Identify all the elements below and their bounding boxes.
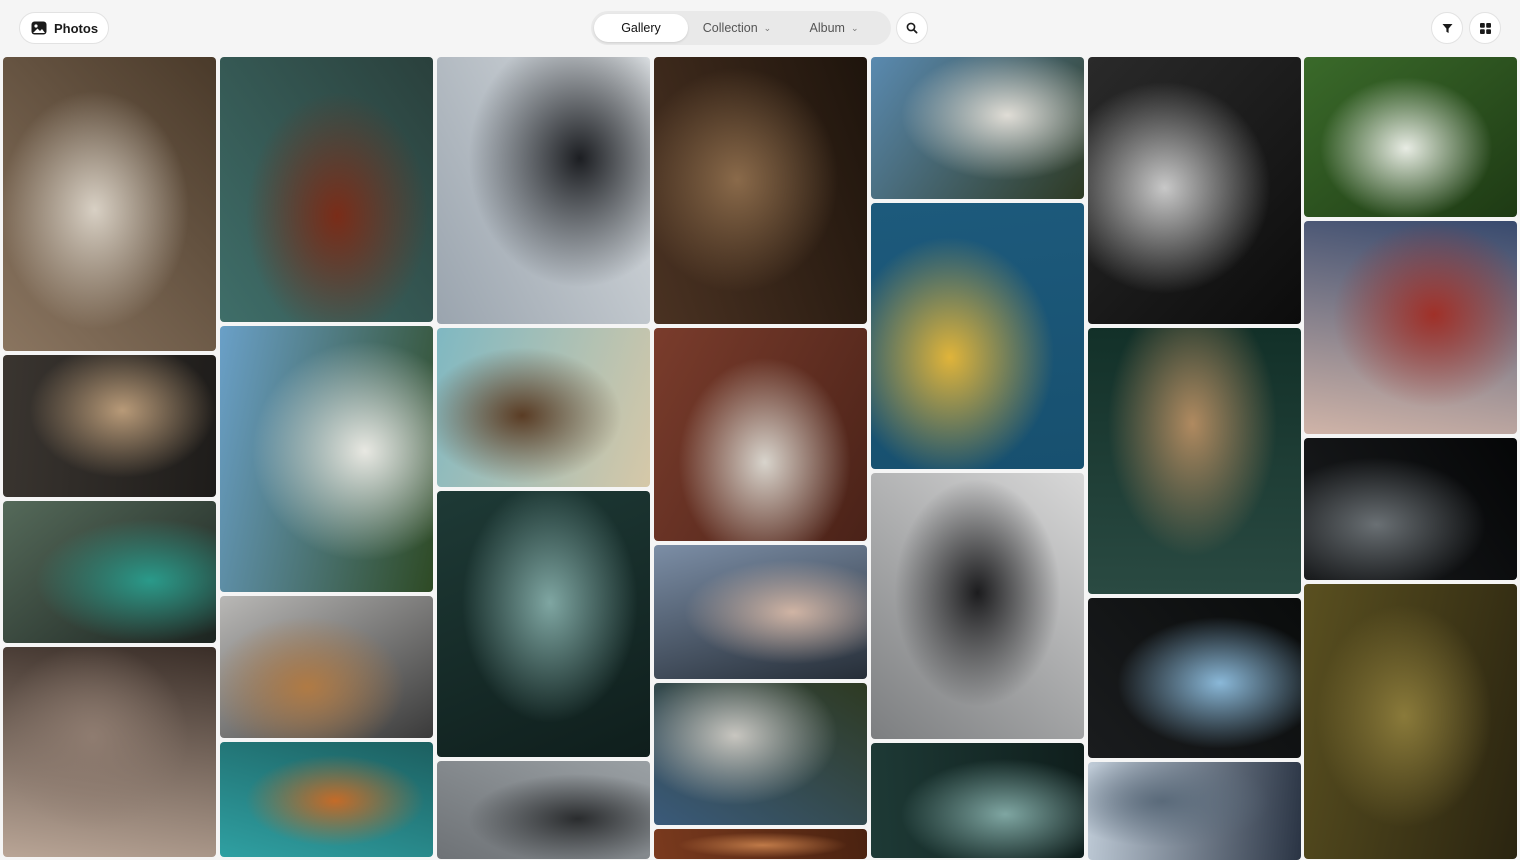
photo-image: [654, 683, 867, 825]
photo-image: [220, 742, 433, 857]
photo-image: [220, 596, 433, 738]
brand-label: Photos: [54, 20, 99, 36]
photo-curtain-door[interactable]: [1304, 584, 1517, 859]
photo-green-siding[interactable]: [437, 491, 650, 757]
photo-image: [871, 473, 1084, 739]
photo-image: [220, 326, 433, 592]
tab-album-label: Album: [809, 21, 845, 35]
view-toggle-button[interactable]: [1469, 12, 1501, 44]
chevron-down-icon: ⌄: [763, 22, 772, 33]
photo-birds-tower[interactable]: [3, 647, 216, 857]
photo-rocking-chair[interactable]: [220, 596, 433, 738]
filter-button[interactable]: [1431, 12, 1463, 44]
photo-plane-moon[interactable]: [871, 203, 1084, 469]
grid-view-icon: [1479, 22, 1491, 34]
photo-image: [3, 355, 216, 497]
photo-image: [3, 501, 216, 643]
photo-street-lamp[interactable]: [437, 761, 650, 859]
photo-image: [3, 57, 216, 351]
photo-image: [437, 57, 650, 324]
photo-image: [3, 647, 216, 857]
photo-image: [1088, 328, 1301, 594]
photo-image: [654, 545, 867, 679]
photo-teal-room[interactable]: [220, 57, 433, 322]
photo-bookstore[interactable]: [654, 57, 867, 324]
tab-gallery-label: Gallery: [621, 21, 661, 35]
photo-vintage-car[interactable]: [437, 57, 650, 324]
search-button[interactable]: [896, 12, 928, 44]
photo-image: [220, 57, 433, 322]
photo-image: [437, 491, 650, 757]
search-icon: [906, 22, 918, 34]
photo-lifeguard-hut[interactable]: [1304, 221, 1517, 434]
photo-window-sea[interactable]: [1088, 598, 1301, 758]
photo-image: [654, 57, 867, 324]
photo-suburban-house[interactable]: [654, 683, 867, 825]
photo-beach-window[interactable]: [437, 328, 650, 487]
photo-image: [654, 328, 867, 541]
tab-gallery[interactable]: Gallery: [594, 14, 688, 42]
photo-golf-cart[interactable]: [1304, 57, 1517, 217]
photo-image: [871, 203, 1084, 469]
tab-collection-label: Collection: [702, 21, 758, 35]
photo-green-siding-2[interactable]: [871, 743, 1084, 858]
photo-image: [871, 57, 1084, 199]
photo-image: [437, 761, 650, 859]
photo-dark-doorway[interactable]: [1304, 438, 1517, 580]
photo-image: [1088, 57, 1301, 324]
photo-trees-house[interactable]: [871, 57, 1084, 199]
photo-house-flag[interactable]: [220, 326, 433, 592]
photo-beach-aerial[interactable]: [1088, 328, 1301, 594]
photo-cockpit[interactable]: [871, 473, 1084, 739]
photo-stadium-dusk[interactable]: [654, 545, 867, 679]
photo-image: [1304, 57, 1517, 217]
photo-image: [1304, 438, 1517, 580]
filter-icon: [1442, 23, 1453, 34]
tab-album[interactable]: Album ⌄: [786, 14, 882, 42]
photo-image: [1088, 762, 1301, 860]
photo-image: [1088, 598, 1301, 758]
view-tabs: Gallery Collection ⌄ Album ⌄: [591, 11, 891, 45]
photo-cat[interactable]: [3, 57, 216, 351]
photo-grid: [0, 0, 1520, 860]
photo-image: [1304, 221, 1517, 434]
photos-icon: [31, 21, 47, 35]
photos-brand-button[interactable]: Photos: [19, 12, 110, 44]
photo-image: [437, 328, 650, 487]
photo-sea-horizon[interactable]: [1088, 762, 1301, 860]
photo-sunset-field[interactable]: [3, 355, 216, 497]
chevron-down-icon: ⌄: [850, 22, 859, 33]
photo-image: [1304, 584, 1517, 859]
tab-collection[interactable]: Collection ⌄: [688, 14, 786, 42]
top-bar: Photos Gallery Collection ⌄ Album ⌄: [0, 0, 1520, 56]
photo-image: [871, 743, 1084, 858]
photo-orange-chair[interactable]: [220, 742, 433, 857]
photo-old-man[interactable]: [1088, 57, 1301, 324]
photo-fan-console[interactable]: [3, 501, 216, 643]
photo-brick-building[interactable]: [654, 328, 867, 541]
